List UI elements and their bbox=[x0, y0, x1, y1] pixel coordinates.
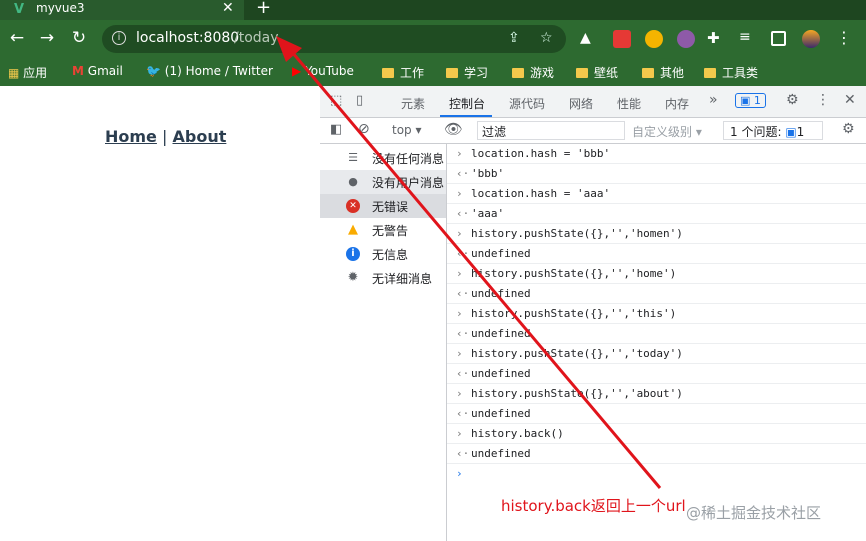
annotation-note: history.back返回上一个url bbox=[501, 497, 686, 515]
annotation-arrow-line bbox=[290, 51, 662, 489]
watermark: @稀土掘金技术社区 bbox=[686, 504, 822, 522]
annotation-arrow bbox=[276, 36, 662, 489]
